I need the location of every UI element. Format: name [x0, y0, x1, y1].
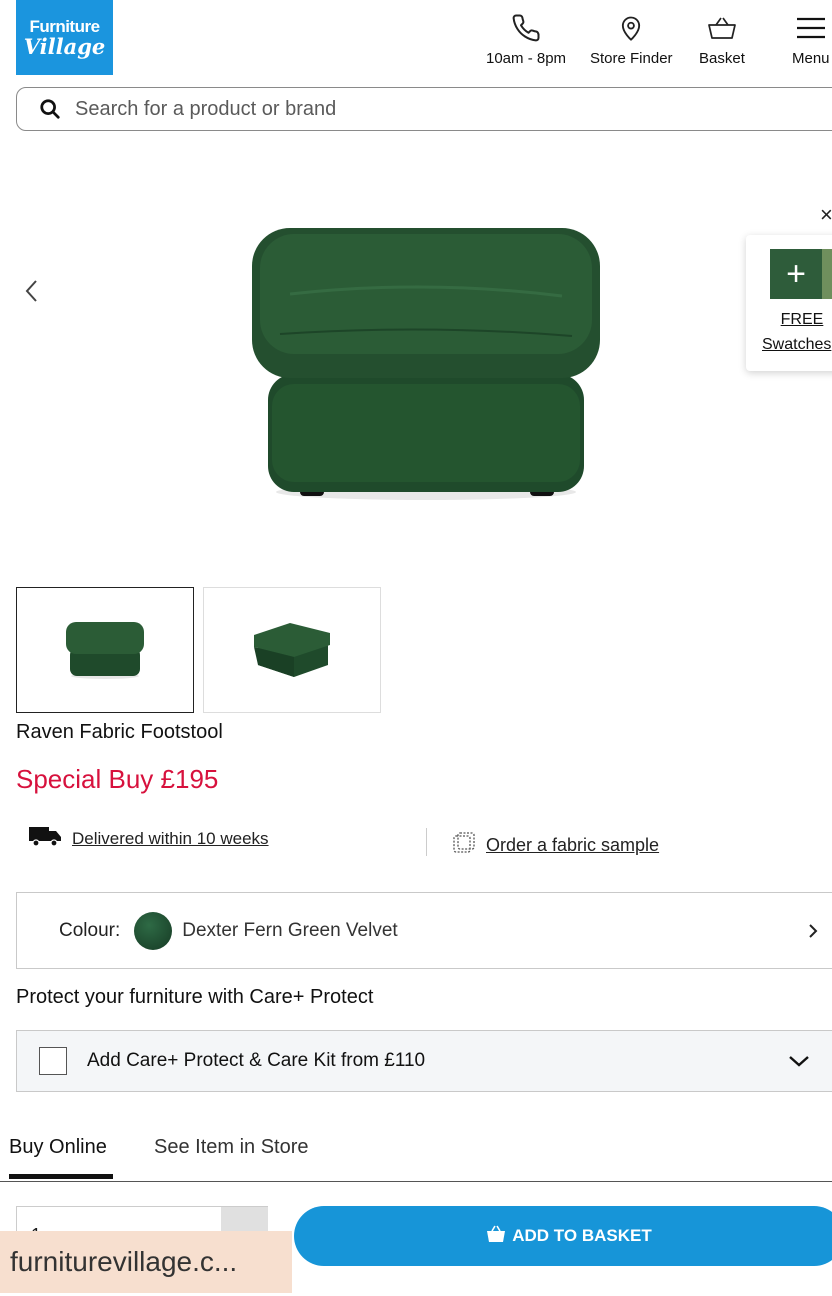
- browser-url-chip[interactable]: furniturevillage.c...: [0, 1231, 292, 1293]
- product-price: Special Buy £195: [16, 764, 219, 794]
- care-protect-option[interactable]: Add Care+ Protect & Care Kit from £110: [16, 1030, 832, 1092]
- phone-icon: [511, 12, 541, 44]
- tab-see-in-store[interactable]: See Item in Store: [154, 1136, 309, 1159]
- nav-label-basket: Basket: [699, 50, 745, 67]
- basket-icon: [486, 1225, 506, 1248]
- colour-swatch: [134, 911, 173, 950]
- colour-value: Dexter Fern Green Velvet: [182, 919, 398, 941]
- logo-line1: Furniture: [29, 16, 100, 36]
- care-protect-label: Add Care+ Protect & Care Kit from £110: [87, 1050, 426, 1071]
- logo-line2: Village: [23, 33, 106, 59]
- free-label: FREE: [780, 311, 824, 328]
- delivery-link[interactable]: Delivered within 10 weeks: [72, 829, 269, 849]
- nav-menu[interactable]: Menu: [792, 12, 830, 67]
- purchase-tabs: Buy Online See Item in Store: [0, 1130, 832, 1182]
- add-to-basket-button[interactable]: ADD TO BASKET: [294, 1206, 832, 1266]
- site-header: Furniture Village 10am - 8pm Store Finde…: [0, 0, 832, 84]
- tab-buy-online[interactable]: Buy Online: [9, 1136, 107, 1159]
- hamburger-menu-icon: [795, 12, 827, 44]
- colour-label: Colour:: [59, 919, 121, 941]
- product-main-image[interactable]: [250, 224, 602, 505]
- nav-label-store-finder: Store Finder: [590, 50, 673, 67]
- chevron-down-icon[interactable]: [787, 1049, 811, 1078]
- nav-label-hours: 10am - 8pm: [486, 50, 567, 67]
- free-swatches-card[interactable]: + FREE Swatches: [746, 235, 832, 371]
- search-input[interactable]: [75, 97, 675, 121]
- url-text: furniturevillage.c...: [10, 1246, 238, 1277]
- care-protect-checkbox[interactable]: [39, 1047, 67, 1075]
- search-bar[interactable]: [16, 87, 832, 131]
- thumbnail-angle[interactable]: [203, 587, 381, 713]
- active-tab-indicator: [9, 1174, 113, 1179]
- chevron-left-icon[interactable]: [22, 278, 42, 309]
- plus-icon: +: [770, 249, 822, 299]
- delivery-info[interactable]: Delivered within 10 weeks: [28, 824, 269, 853]
- nav-label-menu: Menu: [792, 50, 830, 67]
- close-icon[interactable]: ×: [820, 202, 832, 228]
- search-icon: [39, 98, 61, 120]
- nav-store-finder[interactable]: Store Finder: [590, 12, 673, 67]
- fabric-sample-link-row[interactable]: Order a fabric sample: [452, 832, 659, 859]
- fabric-swatch-icon: [452, 832, 476, 859]
- thumbnail-front[interactable]: [16, 587, 194, 713]
- basket-icon: [706, 12, 738, 44]
- furniture-village-logo[interactable]: Furniture Village: [16, 0, 113, 75]
- product-title: Raven Fabric Footstool: [16, 721, 223, 743]
- nav-opening-hours[interactable]: 10am - 8pm: [486, 12, 566, 67]
- add-to-basket-label: ADD TO BASKET: [512, 1226, 652, 1245]
- care-protect-heading: Protect your furniture with Care+ Protec…: [16, 986, 374, 1008]
- product-image-carousel: × + FREE Swatches: [0, 140, 832, 570]
- delivery-truck-icon: [28, 824, 62, 853]
- location-pin-icon: [617, 12, 645, 44]
- order-fabric-sample-link[interactable]: Order a fabric sample: [486, 835, 659, 856]
- swatch-fabric-sample: [822, 249, 832, 299]
- divider: [426, 828, 427, 856]
- swatches-label: Swatches: [762, 336, 832, 353]
- colour-selector[interactable]: Colour: Dexter Fern Green Velvet: [16, 892, 832, 969]
- chevron-right-icon: [807, 919, 819, 945]
- nav-basket[interactable]: Basket: [699, 12, 745, 67]
